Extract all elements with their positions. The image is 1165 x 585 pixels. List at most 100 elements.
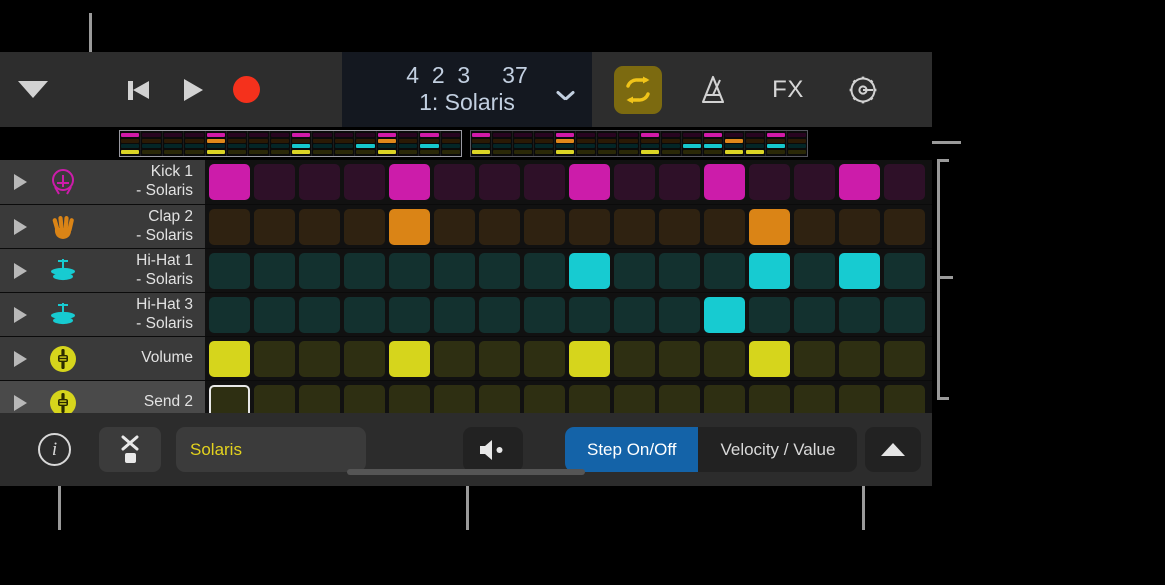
step-cell[interactable] [884,341,925,377]
step-row[interactable] [205,337,932,380]
step-cell[interactable] [704,385,745,414]
track-row[interactable]: Send 2 [0,380,932,413]
step-cell[interactable] [749,341,790,377]
step-cell[interactable] [569,209,610,245]
step-cell[interactable] [704,341,745,377]
track-play-button[interactable] [0,307,40,323]
step-cell[interactable] [344,341,385,377]
step-row[interactable] [205,293,932,336]
track-header[interactable]: Send 2 [0,381,205,413]
edit-mode-step-onoff[interactable]: Step On/Off [565,427,698,472]
step-cell[interactable] [389,209,430,245]
step-cell[interactable] [884,297,925,333]
step-cell[interactable] [884,385,925,414]
step-cell[interactable] [299,209,340,245]
step-cell[interactable] [524,341,565,377]
edit-mode-velocity-value[interactable]: Velocity / Value [698,427,857,472]
step-cell[interactable] [479,253,520,289]
record-button[interactable] [233,76,260,103]
step-cell[interactable] [569,385,610,414]
step-cell[interactable] [524,253,565,289]
step-cell[interactable] [659,385,700,414]
cycle-button[interactable] [614,66,662,114]
step-cell[interactable] [344,164,385,200]
settings-button[interactable] [839,66,887,114]
lcd-display[interactable]: 4 2 3 37 1: Solaris [342,52,592,127]
step-cell[interactable] [704,209,745,245]
step-cell[interactable] [794,341,835,377]
step-cell[interactable] [479,385,520,414]
step-cell[interactable] [524,209,565,245]
track-row[interactable]: Clap 2- Solaris [0,204,932,248]
step-cell[interactable] [704,297,745,333]
step-cell[interactable] [434,253,475,289]
step-cell[interactable] [254,253,295,289]
step-cell[interactable] [569,341,610,377]
step-cell[interactable] [659,253,700,289]
step-cell[interactable] [299,385,340,414]
step-cell[interactable] [524,164,565,200]
step-cell[interactable] [299,164,340,200]
step-cell[interactable] [659,164,700,200]
audition-speaker-button[interactable] [463,427,523,472]
step-cell[interactable] [209,253,250,289]
step-cell[interactable] [569,253,610,289]
step-cell[interactable] [299,297,340,333]
overview-block-secondary[interactable] [470,130,808,157]
step-row[interactable] [205,205,932,248]
step-cell[interactable] [344,297,385,333]
fx-button[interactable]: FX [764,66,812,114]
step-cell[interactable] [839,209,880,245]
track-row[interactable]: Volume [0,336,932,380]
track-header[interactable]: Kick 1- Solaris [0,160,205,204]
track-play-button[interactable] [0,174,40,190]
pattern-name-field[interactable]: Solaris [176,427,366,472]
step-cell[interactable] [839,385,880,414]
step-cell[interactable] [794,385,835,414]
step-cell[interactable] [254,297,295,333]
step-cell[interactable] [794,164,835,200]
edit-mode-segmented-control[interactable]: Step On/Off Velocity / Value [565,427,857,472]
step-cell[interactable] [479,341,520,377]
step-cell[interactable] [569,297,610,333]
drum-machine-designer-button[interactable] [99,427,161,472]
step-cell[interactable] [614,164,655,200]
step-cell[interactable] [299,253,340,289]
step-grid[interactable]: Kick 1- SolarisClap 2- SolarisHi-Hat 1- … [0,160,932,413]
step-cell[interactable] [749,253,790,289]
step-cell[interactable] [434,209,475,245]
step-cell[interactable] [389,385,430,414]
step-cell[interactable] [389,253,430,289]
step-row[interactable] [205,381,932,413]
step-cell[interactable] [524,385,565,414]
step-cell[interactable] [704,164,745,200]
step-cell[interactable] [209,209,250,245]
step-cell[interactable] [614,297,655,333]
step-cell[interactable] [389,297,430,333]
step-cell[interactable] [209,297,250,333]
step-cell[interactable] [614,341,655,377]
step-cell[interactable] [884,164,925,200]
step-cell[interactable] [794,253,835,289]
step-cell[interactable] [659,209,700,245]
step-cell[interactable] [254,164,295,200]
step-cell[interactable] [479,297,520,333]
step-cell[interactable] [749,164,790,200]
step-cell[interactable] [839,297,880,333]
step-cell[interactable] [209,341,250,377]
collapse-button[interactable] [865,427,921,472]
step-cell[interactable] [704,253,745,289]
step-cell[interactable] [749,209,790,245]
step-cell[interactable] [794,297,835,333]
pattern-overview-strip[interactable] [0,127,932,160]
step-cell[interactable] [254,341,295,377]
step-cell[interactable] [839,164,880,200]
play-button[interactable] [184,79,203,101]
step-cell[interactable] [254,385,295,414]
track-play-button[interactable] [0,263,40,279]
step-cell[interactable] [659,341,700,377]
track-row[interactable]: Kick 1- Solaris [0,160,932,204]
info-button[interactable]: i [38,433,71,466]
track-play-button[interactable] [0,351,40,367]
step-row[interactable] [205,249,932,292]
